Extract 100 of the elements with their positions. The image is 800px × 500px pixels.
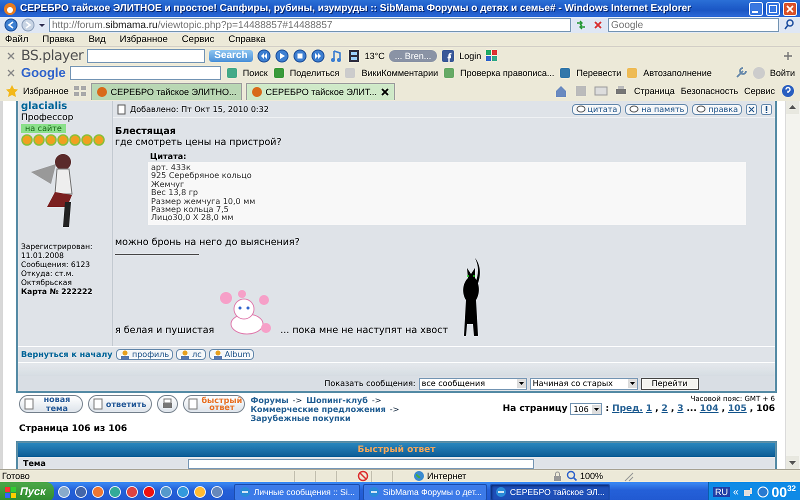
report-icon[interactable] <box>761 104 772 114</box>
toolbar-button[interactable]: Перевести <box>576 68 622 78</box>
taskbar-button[interactable]: SibMama Форумы о дет... <box>362 484 487 500</box>
scroll-up-icon[interactable] <box>786 101 799 114</box>
speech-bubble-icon <box>576 104 586 114</box>
delete-icon[interactable] <box>746 104 757 114</box>
taskbar-button[interactable]: СЕРЕБРО тайское ЭЛ... <box>490 484 610 500</box>
address-field[interactable]: http://forum.sibmama.ru/viewtopic.php?p=14488857#14488857 <box>49 18 571 32</box>
sign-in-button[interactable]: Войти <box>770 68 795 78</box>
breadcrumb-separator: -> <box>372 396 382 405</box>
breadcrumb-link[interactable]: Шопинг-клуб <box>306 396 368 405</box>
menu-item[interactable]: Избранное <box>120 34 168 45</box>
toolbar-button[interactable]: Поиск <box>242 68 268 78</box>
stop-icon[interactable] <box>292 48 307 62</box>
menu-item[interactable]: Вид <box>88 34 106 45</box>
zoom-level[interactable]: 100% <box>580 471 620 481</box>
help-icon[interactable] <box>781 84 795 98</box>
film-icon[interactable] <box>346 48 361 62</box>
page-link[interactable]: 3 <box>677 404 684 414</box>
post-action-button[interactable]: цитата <box>572 104 622 114</box>
caret-icon[interactable] <box>38 21 46 29</box>
toolbar-search-field[interactable] <box>70 66 221 80</box>
menu-item[interactable]: Файл <box>5 34 28 45</box>
speech-bubble-icon <box>696 104 706 114</box>
blocked-icon[interactable] <box>357 470 369 482</box>
signature-text: я белая и пушистая <box>115 324 214 336</box>
close-icon[interactable] <box>783 2 797 16</box>
network-icon[interactable] <box>742 486 754 498</box>
command-button[interactable]: Безопасность <box>680 86 738 96</box>
printer-icon <box>161 398 174 410</box>
reply-button[interactable]: ответить <box>88 395 152 413</box>
back-to-top-link[interactable]: Вернуться к началу <box>18 347 113 362</box>
breadcrumb-link[interactable]: Коммерческие предложения <box>250 405 386 414</box>
clock-hours: 00 <box>772 484 788 500</box>
language-indicator[interactable]: RU <box>712 487 730 497</box>
post-action-button[interactable]: правка <box>692 104 742 114</box>
windows-logo-icon <box>4 486 17 498</box>
go-button[interactable]: Перейти <box>640 378 699 390</box>
profile-action-button[interactable]: лс <box>176 349 206 360</box>
mail-icon[interactable] <box>594 84 608 98</box>
favorites-button[interactable]: Избранное <box>23 86 69 96</box>
subject-field[interactable] <box>188 458 534 468</box>
temperature-text: 13°C <box>364 50 385 60</box>
toolbar-button[interactable]: Проверка правописа... <box>460 68 554 78</box>
menu-item[interactable]: Справка <box>228 34 266 45</box>
search-field[interactable]: Google <box>608 18 779 32</box>
play-icon[interactable] <box>274 48 289 62</box>
command-button[interactable]: Сервис <box>744 86 775 96</box>
home-icon[interactable] <box>554 84 568 98</box>
page-dropdown[interactable]: 106 <box>570 403 602 415</box>
breadcrumb-link[interactable]: Форумы <box>250 396 289 405</box>
post-icon <box>116 104 126 114</box>
browser-tab[interactable]: СЕРЕБРО тайское ЭЛИТНО... <box>90 82 242 100</box>
grid-icon[interactable] <box>485 48 500 62</box>
order-dropdown[interactable]: Начиная со старых <box>530 378 638 390</box>
page-link[interactable]: 104 <box>700 404 719 414</box>
wrench-icon[interactable] <box>734 66 748 80</box>
facebook-icon[interactable] <box>441 48 456 62</box>
page-link[interactable]: 105 <box>728 404 747 414</box>
post-text: можно бронь на него до выяснения? <box>115 236 301 248</box>
display-label: Показать сообщения: <box>324 379 416 388</box>
toolbar-button[interactable]: ВикиКомментарии <box>361 68 438 78</box>
toolbar-button[interactable]: Поделиться <box>290 68 340 78</box>
star-icon[interactable] <box>5 84 19 98</box>
start-button[interactable]: Пуск <box>0 482 54 500</box>
menu-item[interactable]: Сервис <box>182 34 214 45</box>
author-name[interactable]: glacialis <box>21 101 109 112</box>
profile-action-button[interactable]: профиль <box>116 349 174 360</box>
minimize-icon[interactable] <box>749 2 763 16</box>
taskbar-button[interactable]: Личные сообщения :: Si... <box>234 484 360 500</box>
clock-minutes: 32 <box>787 484 796 493</box>
toolbar-button[interactable]: Автозаполнение <box>643 68 712 78</box>
show-hidden-icons-button[interactable]: « <box>732 486 739 498</box>
menu-item[interactable]: Правка <box>42 34 74 45</box>
browser-tab[interactable]: СЕРЕБРО тайское ЭЛИТ... <box>246 82 395 100</box>
page-separator: , <box>655 404 659 414</box>
goto-label: На страницу <box>502 404 568 414</box>
page-link[interactable]: Пред. <box>612 404 643 414</box>
page-link[interactable]: 2 <box>662 404 668 414</box>
close-tab-icon[interactable] <box>380 86 390 96</box>
refresh-icon[interactable] <box>574 18 588 32</box>
command-button[interactable]: Страница <box>634 86 675 96</box>
filter-dropdown[interactable]: все сообщения <box>418 378 527 390</box>
post-action-button[interactable]: на память <box>625 104 688 114</box>
maximize-icon[interactable] <box>766 2 780 16</box>
print-button[interactable] <box>157 395 178 413</box>
lock-icon[interactable] <box>551 470 564 482</box>
scroll-down-icon[interactable] <box>786 456 799 469</box>
breadcrumb-link[interactable]: Зарубежные покупки <box>250 414 351 423</box>
rewind-icon[interactable] <box>256 48 271 62</box>
back-icon[interactable] <box>4 18 18 32</box>
fast-forward-icon[interactable] <box>310 48 325 62</box>
page-link[interactable]: 1 <box>646 404 652 414</box>
page-count: Страница 106 из 106 <box>18 423 128 435</box>
current-page: 106 <box>756 404 775 414</box>
toolbar-search-field[interactable] <box>87 48 206 62</box>
profile-action-button[interactable]: Album <box>208 349 254 360</box>
login-link[interactable]: Login <box>459 50 482 60</box>
new-topic-button[interactable]: новая тема <box>19 395 83 413</box>
page-separator: , <box>722 404 725 414</box>
